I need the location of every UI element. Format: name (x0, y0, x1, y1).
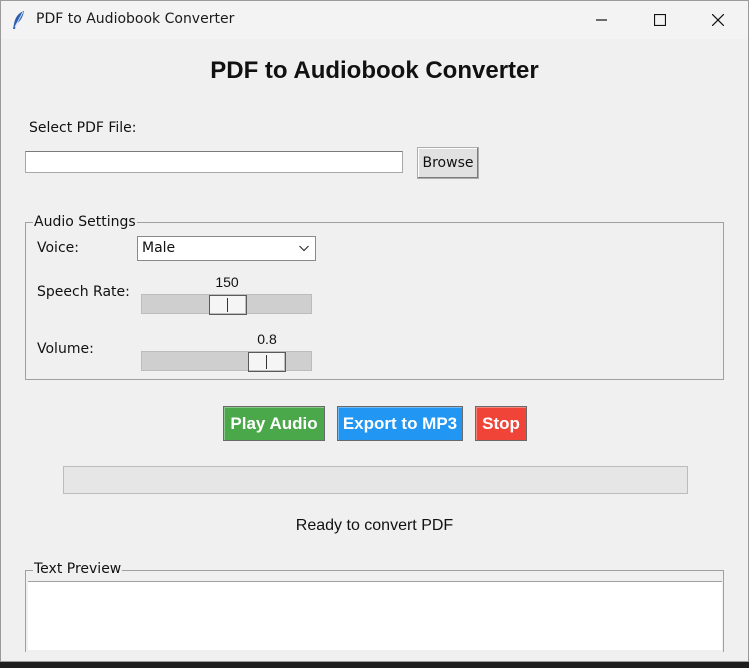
audio-settings-title: Audio Settings (33, 214, 137, 230)
close-icon (712, 14, 724, 26)
speech-rate-value: 150 (215, 274, 239, 290)
audio-settings-group (25, 222, 724, 380)
feather-icon (12, 10, 26, 30)
app-window: PDF to Audiobook Converter PDF to Audiob… (0, 0, 749, 662)
volume-label: Volume: (37, 341, 94, 357)
page-title: PDF to Audiobook Converter (210, 57, 539, 84)
voice-label: Voice: (37, 240, 79, 256)
close-button[interactable] (690, 1, 748, 39)
browse-button[interactable]: Browse (417, 147, 479, 179)
text-preview-area[interactable] (28, 581, 722, 650)
desktop-background (0, 662, 749, 668)
minimize-button[interactable] (574, 1, 632, 39)
window-title: PDF to Audiobook Converter (36, 11, 235, 27)
conversion-progress-bar (63, 466, 688, 494)
volume-slider[interactable] (141, 351, 312, 372)
minimize-icon (596, 19, 607, 21)
maximize-button[interactable] (632, 1, 690, 39)
volume-value: 0.8 (257, 331, 277, 347)
export-mp3-button[interactable]: Export to MP3 (337, 406, 463, 441)
play-audio-button[interactable]: Play Audio (223, 406, 325, 441)
volume-slider-thumb[interactable] (248, 352, 286, 372)
pdf-path-input[interactable] (25, 151, 403, 173)
status-text: Ready to convert PDF (295, 517, 454, 534)
file-label: Select PDF File: (29, 120, 137, 136)
chevron-down-icon (299, 245, 309, 252)
voice-select[interactable]: Male (137, 236, 316, 261)
maximize-icon (654, 14, 666, 26)
speech-rate-slider[interactable] (141, 294, 312, 315)
speech-rate-slider-thumb[interactable] (209, 295, 247, 315)
speech-rate-label: Speech Rate: (37, 284, 130, 300)
text-preview-title: Text Preview (33, 561, 123, 577)
voice-select-value: Male (142, 240, 176, 256)
stop-button[interactable]: Stop (475, 406, 527, 441)
title-bar[interactable]: PDF to Audiobook Converter (1, 1, 748, 39)
